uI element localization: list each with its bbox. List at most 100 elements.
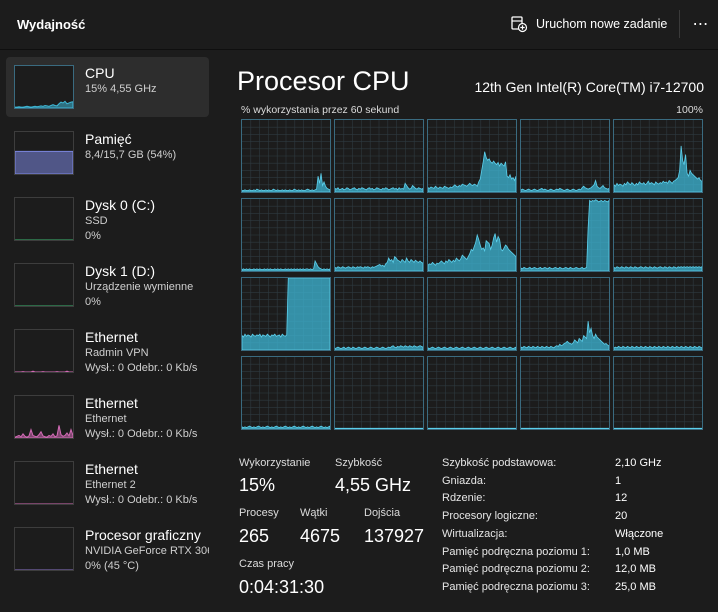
- sidebar-item-text: Procesor graficzny NVIDIA GeForce RTX 306…: [85, 527, 209, 574]
- sidebar-item-detail: 8,4/15,7 GB (54%): [85, 149, 177, 161]
- sidebar-thumbnail-graph: [14, 461, 74, 505]
- sidebar-item-text: Pamięć 8,4/15,7 GB (54%): [85, 131, 209, 163]
- core-chart: [521, 120, 609, 192]
- core-utilization-area: [614, 266, 702, 271]
- sidebar-item-detail: Ethernet 2: [85, 479, 136, 491]
- sidebar-thumbnail-graph: [14, 263, 74, 307]
- sidebar-item-title: CPU: [85, 65, 115, 81]
- logical-processor-graph-13: [520, 277, 610, 351]
- core-chart: [614, 120, 702, 192]
- sidebar-item-text: Dysk 1 (D:) Urządzenie wymienne 0%: [85, 263, 209, 310]
- sidebar-thumbnail-graph: [14, 131, 74, 175]
- core-chart: [614, 357, 702, 429]
- logical-processor-graph-4: [613, 119, 703, 193]
- core-utilization-area: [335, 427, 423, 429]
- utilization-label: Wykorzystanie: [239, 457, 311, 469]
- more-options-icon[interactable]: ⋯: [690, 13, 712, 35]
- handles-value: 137927: [364, 526, 425, 546]
- handles-label: Dojścia: [364, 507, 401, 519]
- spec-label: Pamięć podręczna poziomu 2:: [442, 563, 590, 576]
- sidebar-item-detail: 15% 4,55 GHz: [85, 83, 157, 95]
- run-new-task-button[interactable]: Uruchom nowe zadanie: [510, 12, 667, 36]
- spec-label: Procesory logiczne:: [442, 510, 538, 523]
- sidebar-item-detail: Wysł.: 0 Odebr.: 0 Kb/s: [85, 494, 198, 506]
- core-chart: [242, 357, 330, 429]
- spec-label: Pamięć podręczna poziomu 1:: [442, 545, 590, 558]
- new-task-icon: [511, 16, 528, 33]
- logical-processor-graph-18: [520, 356, 610, 430]
- sidebar-item-detail: Wysł.: 0 Odebr.: 0 Kb/s: [85, 428, 198, 440]
- sidebar-item-title: Dysk 1 (D:): [85, 263, 155, 279]
- logical-processor-graph-1: [334, 119, 424, 193]
- thumbnail-chart: [15, 425, 73, 438]
- sidebar-item-dysk-1-d-3[interactable]: Dysk 1 (D:) Urządzenie wymienne 0%: [6, 255, 209, 315]
- logical-processor-graph-12: [427, 277, 517, 351]
- sidebar-item-cpu-0[interactable]: CPU 15% 4,55 GHz: [6, 57, 209, 117]
- thumbnail-chart: [15, 503, 73, 504]
- sidebar-item-text: Dysk 0 (C:) SSD 0%: [85, 197, 209, 244]
- page-title: Wydajność: [17, 17, 86, 32]
- sidebar-item-pamiec-1[interactable]: Pamięć 8,4/15,7 GB (54%): [6, 123, 209, 183]
- thumbnail-chart: [15, 569, 73, 570]
- core-chart: [335, 120, 423, 192]
- header-bar: Wydajność Uruchom nowe zadanie ⋯: [0, 0, 718, 50]
- core-chart: [335, 199, 423, 271]
- utilization-value: 15%: [239, 475, 276, 495]
- speed-value: 4,55 GHz: [335, 475, 412, 495]
- logical-processor-graph-15: [241, 356, 331, 430]
- sidebar-item-title: Ethernet: [85, 461, 138, 477]
- processes-value: 265: [239, 526, 270, 546]
- logical-processor-graphs: [241, 119, 705, 431]
- spec-label: Pamięć podręczna poziomu 3:: [442, 580, 590, 593]
- sidebar-item-ethernet-6[interactable]: Ethernet Ethernet 2 Wysł.: 0 Odebr.: 0 Kb/…: [6, 453, 209, 513]
- resource-sidebar: CPU 15% 4,55 GHz Pamięć 8,4/15,7 GB (54%) Dy…: [0, 50, 216, 612]
- spec-value: 20: [615, 510, 628, 523]
- threads-label: Wątki: [300, 507, 328, 519]
- cpu-stats: Wykorzystanie 15% Szybkość 4,55 GHz Proc…: [216, 450, 718, 612]
- core-chart: [521, 199, 609, 271]
- core-chart: [428, 278, 516, 350]
- header-divider: [679, 10, 680, 38]
- sidebar-thumbnail-graph: [14, 197, 74, 241]
- graph-caption: % wykorzystania przez 60 sekund: [241, 104, 400, 116]
- spec-label: Rdzenie:: [442, 492, 486, 505]
- core-chart: [335, 278, 423, 350]
- spec-value: 1: [615, 474, 622, 487]
- core-utilization-area: [242, 425, 330, 429]
- cpu-detail-panel: Procesor CPU 12th Gen Intel(R) Core(TM) …: [216, 50, 718, 612]
- thumbnail-chart: [15, 239, 73, 240]
- sidebar-item-procesor-graficzny-7[interactable]: Procesor graficzny NVIDIA GeForce RTX 306…: [6, 519, 209, 579]
- sidebar-item-title: Ethernet: [85, 395, 138, 411]
- spec-value: 12: [615, 492, 628, 505]
- logical-processor-graph-10: [241, 277, 331, 351]
- thumbnail-series-area: [15, 425, 73, 438]
- core-chart: [521, 357, 609, 429]
- spec-label: Wirtualizacja:: [442, 527, 508, 540]
- cpu-model-name: 12th Gen Intel(R) Core(TM) i7-12700: [474, 79, 704, 95]
- sidebar-item-text: CPU 15% 4,55 GHz: [85, 65, 209, 97]
- graph-max-label: 100%: [676, 104, 703, 116]
- logical-processor-graph-16: [334, 356, 424, 430]
- logical-processor-graph-7: [427, 198, 517, 272]
- core-utilization-area: [521, 427, 609, 429]
- sidebar-item-title: Dysk 0 (C:): [85, 197, 155, 213]
- thumbnail-series-area: [15, 370, 73, 372]
- sidebar-item-ethernet-4[interactable]: Ethernet Radmin VPN Wysł.: 0 Odebr.: 0 Kb/…: [6, 321, 209, 381]
- sidebar-item-dysk-0-c-2[interactable]: Dysk 0 (C:) SSD 0%: [6, 189, 209, 249]
- core-chart: [428, 357, 516, 429]
- thumbnail-chart: [15, 370, 73, 372]
- sidebar-item-text: Ethernet Ethernet Wysł.: 0 Odebr.: 0 Kb/s: [85, 395, 209, 442]
- thumbnail-chart: [15, 305, 73, 306]
- logical-processor-graph-14: [613, 277, 703, 351]
- logical-processor-graph-8: [520, 198, 610, 272]
- sidebar-thumbnail-graph: [14, 395, 74, 439]
- logical-processor-graph-19: [613, 356, 703, 430]
- thumbnail-series-area: [15, 100, 73, 108]
- sidebar-item-text: Ethernet Radmin VPN Wysł.: 0 Odebr.: 0 Kb/…: [85, 329, 209, 376]
- sidebar-item-detail: 0% (45 °C): [85, 560, 139, 572]
- run-new-task-label: Uruchom nowe zadanie: [536, 17, 668, 31]
- spec-label: Szybkość podstawowa:: [442, 457, 557, 469]
- sidebar-item-ethernet-5[interactable]: Ethernet Ethernet Wysł.: 0 Odebr.: 0 Kb/s: [6, 387, 209, 447]
- sidebar-thumbnail-graph: [14, 527, 74, 571]
- sidebar-thumbnail-graph: [14, 329, 74, 373]
